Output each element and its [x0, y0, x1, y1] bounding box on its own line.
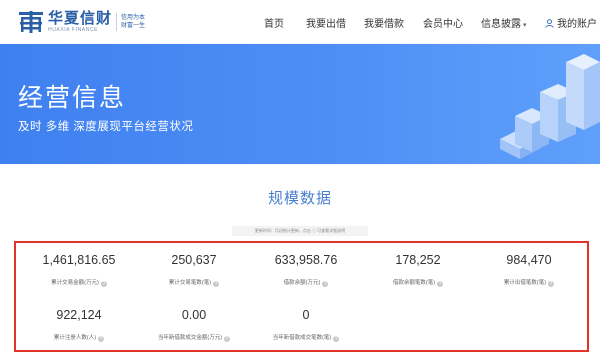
nav-home[interactable]: 首页: [264, 15, 284, 30]
stat-lend-count: 984,470 累计出借笔数(笔)?: [469, 253, 589, 287]
site-header: 华夏信财 HUAXIA FINANCE 信用为本 财富一生 首页 我要出借 我要…: [0, 0, 600, 44]
help-icon[interactable]: ?: [322, 281, 329, 287]
stat-value: 1,461,816.65: [42, 253, 116, 267]
stat-label: 借款余额笔数(笔)?: [392, 280, 444, 287]
stats-panel: 1,461,816.65 累计交易金额(万元)? 250,637 累计交易笔数(…: [14, 241, 589, 352]
stat-value: 0.00: [181, 308, 207, 322]
stat-label: 累计交易金额(万元)?: [51, 280, 107, 287]
help-icon[interactable]: ?: [437, 281, 444, 287]
stat-value: 984,470: [506, 253, 552, 267]
nav-invest[interactable]: 我要出借: [306, 15, 346, 30]
stat-label: 累计注册人数(人)?: [53, 335, 105, 342]
site-logo[interactable]: 华夏信财 HUAXIA FINANCE 信用为本 财富一生: [18, 9, 145, 35]
nav-my-account[interactable]: 我的账户: [545, 15, 597, 30]
stat-label: 当年新借款成交笔数(笔)?: [272, 335, 340, 342]
logo-divider: [116, 13, 118, 31]
logo-name: 华夏信财: [48, 9, 113, 27]
nav-disclosure[interactable]: 信息披露 ▾: [481, 15, 527, 30]
stat-loan-balance: 633,958.76 借款余额(万元)?: [246, 253, 366, 287]
help-icon[interactable]: ?: [548, 281, 555, 287]
stat-value: 178,252: [395, 253, 441, 267]
user-icon: [545, 19, 554, 28]
help-icon[interactable]: ?: [213, 281, 220, 287]
stat-label: 当年新借款成交金额(万元)?: [157, 335, 231, 342]
stat-registered-users: 922,124 累计注册人数(人)?: [19, 308, 139, 342]
banner-subtitle: 及时 多维 深度展现平台经营状况: [18, 121, 194, 133]
stat-loan-balance-count: 178,252 借款余额笔数(笔)?: [358, 253, 478, 287]
chevron-down-icon: ▾: [523, 22, 527, 29]
stat-year-new-count: 0 当年新借款成交笔数(笔)?: [246, 308, 366, 342]
stat-total-volume: 1,461,816.65 累计交易金额(万元)?: [19, 253, 139, 287]
nav-borrow[interactable]: 我要借款: [364, 15, 404, 30]
bar-chart-illustration-icon: [500, 54, 600, 159]
help-icon[interactable]: ?: [100, 281, 107, 287]
help-icon[interactable]: ?: [333, 336, 340, 342]
stat-label: 借款余额(万元)?: [283, 280, 329, 287]
update-notice: 更新时间：月初统计更新，点击 ⓘ 可查看详细说明: [232, 226, 368, 236]
hero-banner: 经营信息 及时 多维 深度展现平台经营状况: [0, 44, 600, 164]
stat-label: 累计出借笔数(笔)?: [503, 280, 555, 287]
stat-value: 0: [302, 308, 310, 322]
help-icon[interactable]: ?: [224, 336, 231, 342]
stat-label: 累计交易笔数(笔)?: [168, 280, 220, 287]
stat-year-new-volume: 0.00 当年新借款成交金额(万元)?: [134, 308, 254, 342]
logo-name-en: HUAXIA FINANCE: [48, 26, 99, 33]
stat-value: 250,637: [171, 253, 217, 267]
stat-total-count: 250,637 累计交易笔数(笔)?: [134, 253, 254, 287]
banner-title: 经营信息: [18, 84, 127, 112]
help-icon[interactable]: ?: [98, 336, 105, 342]
section-title: 规模数据: [267, 190, 332, 207]
nav-member-center[interactable]: 会员中心: [423, 15, 463, 30]
stat-value: 922,124: [56, 308, 102, 322]
logo-slogan: 信用为本 财富一生: [121, 15, 146, 29]
stat-value: 633,958.76: [274, 253, 338, 267]
logo-mark-icon: [19, 11, 43, 33]
